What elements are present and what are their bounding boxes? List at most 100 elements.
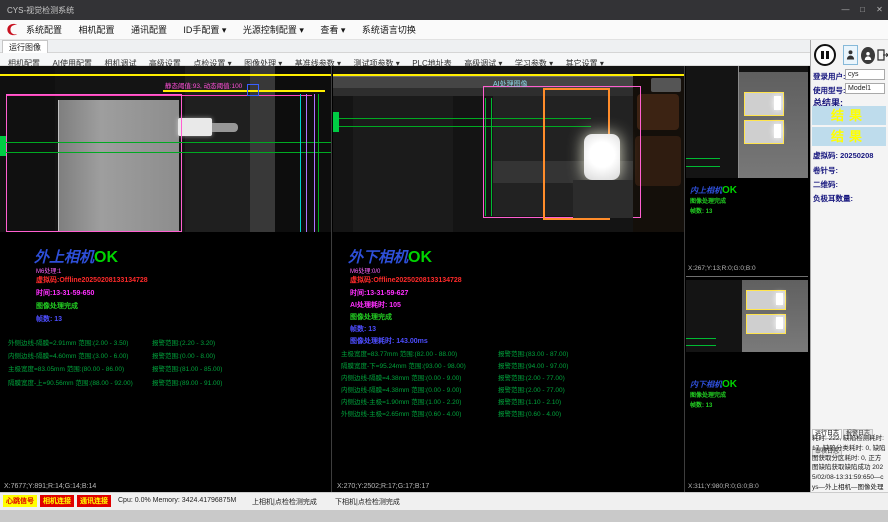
needle-number-label: 卷针号: [813,165,838,176]
middle-barcode: 虚拟码:Offline20250208133134728 [350,275,462,285]
logout-icon [877,49,888,61]
pause-button[interactable] [814,44,836,66]
qr-code-label: 二维码: [813,179,838,190]
middle-camera-image[interactable]: AI处理图像 [333,66,684,232]
menu-item-view[interactable]: 查看 ▾ [320,21,345,40]
small-bottom-status: 图像处理完成 [690,390,726,399]
small-bottom-camera-name: 内下相机 [690,380,722,389]
small-top-pixel-coords: X:267;Y:13;R:0;G:0;B:0 [688,265,756,272]
comm-connect-badge: 通讯连接 [77,495,111,507]
view-divider-1 [331,66,332,492]
left-img-green-line2 [0,152,331,153]
menu-item-language-switch[interactable]: 系统语言切换 [362,21,416,40]
left-img-connector [178,118,212,136]
left-meas-3: 主极宽度=83.05mm 范围:(80.00 - 86.00) [8,363,124,373]
left-note: M6处理:1 [36,266,61,275]
tab-run-image[interactable]: 运行图像 [2,40,48,53]
mid-ai-label: AI处理图像 [493,79,528,89]
user-field[interactable]: cys [845,69,885,80]
menu-item-system-config[interactable]: 系统配置 [26,21,62,40]
mid-meas-4: 内侧边线-隔膜=4.38mm 范围:(0.00 - 9.00) [341,384,461,394]
left-img-blue-rect [247,84,259,96]
user-switch-button[interactable] [843,45,858,65]
small-bottom-frames: 帧数: 13 [690,400,712,409]
window-title: CYS-视觉检测系统 [7,5,74,16]
result-box-bottom: 结果 [812,127,886,146]
middle-note: M6处理:0/0 [350,266,380,275]
left-img-green-vline [318,94,319,232]
mid-meas-3: 内侧边线-隔膜=4.38mm 范围:(0.00 - 9.00) [341,372,461,382]
mid-alarm-2: 报警范围:(94.00 - 97.00) [498,360,568,370]
heartbeat-badge: 心跳信号 [3,495,37,507]
left-threshold-label: 静态阈值:93, 动态阈值:100 [165,80,242,90]
left-alarm-3: 报警范围:(81.00 - 85.00) [152,363,222,373]
logout-button[interactable] [876,46,888,64]
menu-bar: 系统配置 相机配置 通讯配置 ID手配置 ▾ 光源控制配置 ▾ 查看 ▾ 系统语… [0,20,888,40]
status-bar: 心跳信号 相机连接 通讯连接 Cpu: 0.0% Memory: 3424.41… [0,492,888,510]
middle-camera-title: 外下相机OK [348,246,432,267]
middle-frames: 帧数: 13 [350,324,376,334]
small-top-frames: 帧数: 13 [690,206,712,215]
left-frames: 帧数: 13 [36,314,62,324]
result-box-top: 结果 [812,106,886,125]
top-camera-status-text: 上相机|点检检测完成 [252,497,317,507]
title-bar: CYS-视觉检测系统 — □ ✕ [0,0,888,20]
view-divider-2 [684,66,685,492]
small-bottom-camera-image[interactable] [686,280,808,352]
left-camera-image[interactable]: 静态阈值:93, 动态阈值:100 [0,66,331,232]
middle-camera-name: 外下相机 [348,249,408,266]
model-field[interactable]: Model1 [845,83,885,94]
middle-pixel-coords: X:270;Y:2502;R:17;G:17;B:17 [337,483,429,490]
left-barcode: 虚拟码:Offline20250208133134728 [36,275,148,285]
left-meas-1: 外侧边线-隔膜=2.91mm 范围:(2.00 - 3.50) [8,337,128,347]
left-status: 图像处理完成 [36,301,78,311]
mid-img-left-band [353,96,453,232]
pause-icon [821,51,824,59]
left-img-cyan-vline [300,94,301,232]
mid-alarm-6: 报警范围:(0.60 - 4.00) [498,408,561,418]
mid-meas-2: 隔膜宽度-下=95.24mm 范围:(93.00 - 98.00) [341,360,466,370]
menu-item-id-config[interactable]: ID手配置 ▾ [183,21,226,40]
small-bottom-result-ok: OK [722,379,737,390]
tab-strip: 运行图像 [0,40,888,53]
cpu-memory-text: Cpu: 0.0% Memory: 3424.41796875M [118,497,236,504]
mid-img-yellow-line [333,74,684,76]
user-switch-icon [846,49,855,61]
mid-alarm-1: 报警范围:(83.00 - 87.00) [498,348,568,358]
virtual-code-label: 虚拟码: 20250208 [813,150,873,161]
sv2-green-line2 [686,345,716,346]
mid-img-lamp [584,134,620,180]
negative-tab-count-label: 负极耳数量: [813,193,853,204]
close-icon[interactable]: ✕ [872,4,887,16]
small-top-result-ok: OK [722,185,737,196]
left-img-connector-pin [212,123,238,132]
left-img-purple-vline1 [306,94,307,232]
middle-time: 时间:13-31-59-627 [350,288,408,298]
small-bottom-pixel-coords: X:311;Y:980;R:0;G:0;B:0 [688,483,759,490]
minimize-icon[interactable]: — [838,4,853,16]
operator-button[interactable] [861,47,875,64]
left-img-green-line1 [0,142,331,143]
toolbar: 相机配置 AI使用配置 相机调试 高级设置 点检设置 ▾ 图像处理 ▾ 基准线参… [0,53,810,66]
app-logo-icon [5,22,20,37]
maximize-icon[interactable]: □ [855,4,870,16]
small-top-camera-image[interactable] [686,66,808,178]
left-result-ok: OK [94,249,118,266]
small-top-status: 图像处理完成 [690,196,726,205]
menu-item-light-config[interactable]: 光源控制配置 ▾ [243,21,304,40]
left-meas-2: 内侧边线-隔膜=4.60mm 范围:(3.00 - 6.00) [8,350,128,360]
sv1-green-line1 [686,158,720,159]
mid-alarm-4: 报警范围:(2.00 - 77.00) [498,384,565,394]
mid-img-lamp-base [573,180,633,218]
left-img-roi-rect [6,94,182,232]
sv2-green-line1 [686,338,716,339]
left-alarm-2: 报警范围:(0.00 - 8.00) [152,350,215,360]
left-time: 时间:13-31-59-650 [36,288,94,298]
left-img-yellow-label-line [163,90,325,92]
menu-item-comm-config[interactable]: 通讯配置 [131,21,167,40]
sv1-bright-spot-1 [774,96,781,110]
menu-item-camera-config[interactable]: 相机配置 [78,21,114,40]
sv2-bright-spot-2 [776,317,783,329]
small-views-divider [686,276,808,277]
mid-meas-6: 外侧边线-主极=2.65mm 范围:(0.60 - 4.00) [341,408,461,418]
